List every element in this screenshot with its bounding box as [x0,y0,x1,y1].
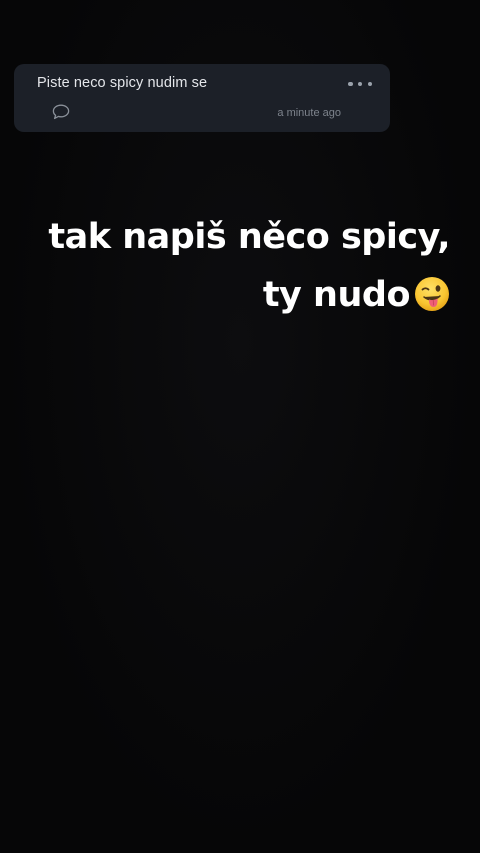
caption-line-2: ty nudo [262,275,411,315]
comment-timestamp: a minute ago [277,107,341,119]
caption-line-1: tak napiš něco spicy, [48,217,450,257]
story-caption: tak napiš něco spicy, ty nudo [48,208,450,324]
speech-bubble-icon[interactable] [52,104,70,120]
comment-card[interactable]: Piste neco spicy nudim se a minute ago [14,64,390,132]
story-background: Piste neco spicy nudim se a minute ago t… [0,0,480,853]
more-options-icon[interactable] [348,76,372,92]
comment-text: Piste neco spicy nudim se [37,75,208,91]
caption-line-2-wrapper: ty nudo [48,266,450,324]
dot [357,81,363,87]
winking-face-with-tongue-icon [415,277,449,311]
dot [348,81,353,87]
dot [367,81,372,87]
